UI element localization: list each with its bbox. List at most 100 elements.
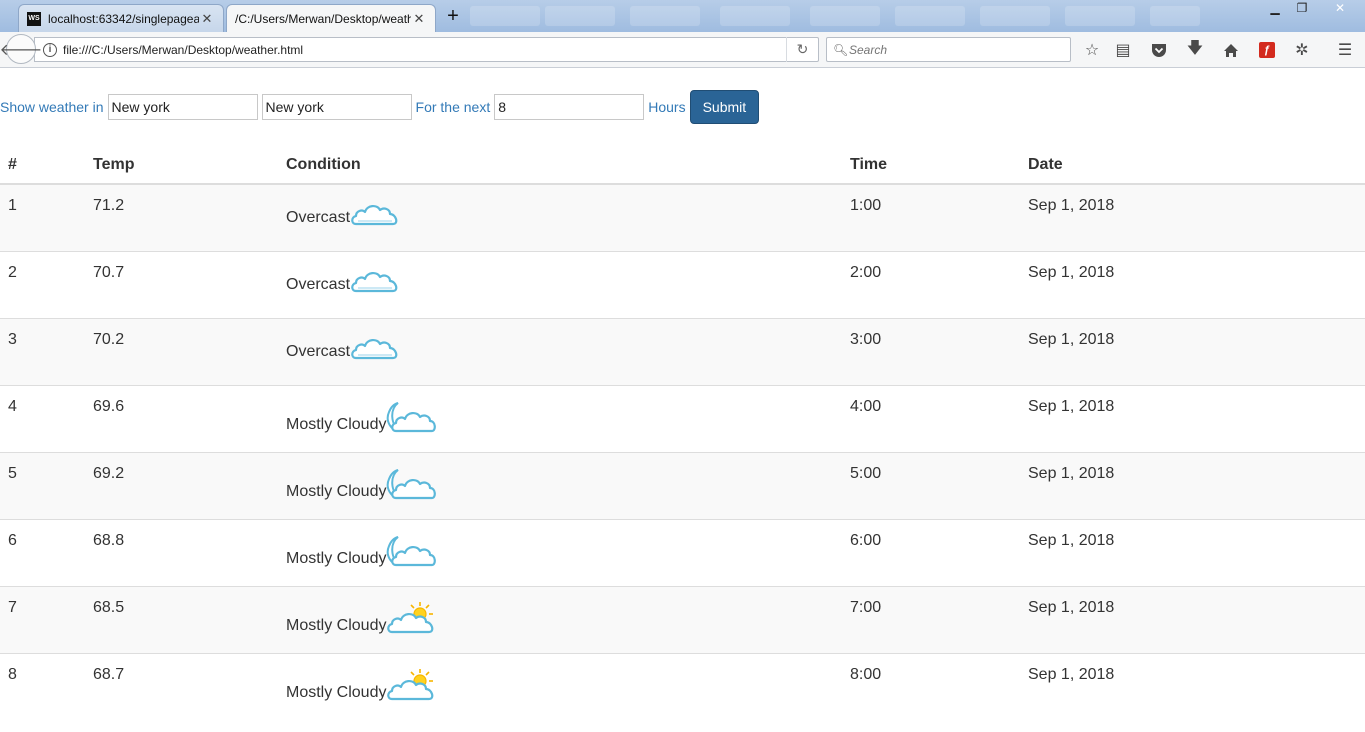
table-row: 7 68.5 Mostly Cloudy 7:00 Sep 1, 2018: [0, 585, 1365, 653]
background-tab-ghost: [810, 6, 880, 26]
flash-plugin-icon[interactable]: ƒ: [1259, 42, 1275, 58]
background-tab-ghost: [545, 6, 615, 26]
condition-wrapper: Overcast: [286, 199, 400, 232]
table-row: 3 70.2 Overcast 3:00 Sep 1, 2018: [0, 317, 1365, 385]
row-number: 6: [0, 518, 85, 586]
cloud-icon: [350, 199, 400, 232]
minimize-icon[interactable]: ▁: [1262, 0, 1288, 18]
row-date: Sep 1, 2018: [1020, 384, 1365, 452]
row-time: 6:00: [842, 518, 1020, 586]
moon-cloud-icon: [386, 467, 437, 506]
table-row: 4 69.6 Mostly Cloudy 4:00 Sep 1, 2018: [0, 384, 1365, 452]
tab-strip: WS localhost:63342/singlepageapp ✕ /C:/U…: [0, 0, 1365, 32]
row-date: Sep 1, 2018: [1020, 518, 1365, 586]
tab-localhost[interactable]: WS localhost:63342/singlepageapp ✕: [18, 4, 224, 32]
moon-cloud-icon: [386, 400, 437, 439]
download-arrow-icon[interactable]: 🡇: [1183, 38, 1207, 62]
tab-weather[interactable]: /C:/Users/Merwan/Desktop/weather.html ✕: [226, 4, 436, 32]
condition-text: Overcast: [286, 342, 351, 360]
row-number: 8: [0, 652, 85, 720]
row-condition: Overcast: [278, 317, 842, 385]
pocket-icon[interactable]: [1147, 38, 1171, 62]
row-number: 3: [0, 317, 85, 385]
url-text[interactable]: file:///C:/Users/Merwan/Desktop/weather.…: [63, 43, 786, 57]
table-row: 6 68.8 Mostly Cloudy 6:00 Sep 1, 2018: [0, 518, 1365, 586]
addon-gear-icon[interactable]: ✲: [1290, 38, 1314, 62]
address-bar[interactable]: i file:///C:/Users/Merwan/Desktop/weathe…: [34, 37, 819, 62]
row-condition: Mostly Cloudy: [278, 451, 842, 519]
reader-list-icon[interactable]: ▤: [1111, 38, 1135, 62]
condition-text: Mostly Cloudy: [286, 482, 387, 500]
sun-cloud-icon: [386, 668, 436, 707]
window-close-icon[interactable]: ✕: [1318, 0, 1362, 18]
page-content: Show weather in For the next Hours Submi…: [0, 69, 1365, 732]
background-tab-ghost: [980, 6, 1050, 26]
row-condition: Overcast: [278, 250, 842, 318]
header-condition: Condition: [278, 147, 842, 185]
row-temp: 68.7: [85, 652, 278, 720]
row-temp: 68.8: [85, 518, 278, 586]
hours-input[interactable]: [494, 94, 645, 120]
back-arrow-icon[interactable]: 🡐: [0, 34, 42, 64]
row-number: 2: [0, 250, 85, 318]
condition-text: Overcast: [286, 275, 351, 293]
row-time: 4:00: [842, 384, 1020, 452]
row-date: Sep 1, 2018: [1020, 652, 1365, 720]
condition-text: Overcast: [286, 209, 351, 226]
new-tab-plus-icon[interactable]: +: [442, 5, 464, 27]
background-tab-ghost: [630, 6, 700, 26]
background-tab-ghost: [1150, 6, 1200, 26]
search-input[interactable]: [849, 42, 1049, 57]
webstorm-favicon-icon: WS: [27, 11, 41, 26]
table-header-row: # Temp Condition Time Date: [0, 147, 1365, 185]
search-box[interactable]: 🔍︎: [826, 37, 1071, 62]
row-date: Sep 1, 2018: [1020, 250, 1365, 318]
close-tab-icon[interactable]: ✕: [411, 11, 427, 27]
row-time: 3:00: [842, 317, 1020, 385]
row-time: 8:00: [842, 652, 1020, 720]
row-temp: 71.2: [85, 183, 278, 251]
sun-cloud-icon: [386, 601, 436, 640]
for-the-next-label: For the next: [415, 99, 491, 115]
condition-text: Mostly Cloudy: [286, 683, 387, 701]
menu-hamburger-icon[interactable]: ☰: [1333, 38, 1357, 62]
row-time: 2:00: [842, 250, 1020, 318]
restore-icon[interactable]: ❐: [1289, 0, 1315, 18]
row-condition: Mostly Cloudy: [278, 518, 842, 586]
show-weather-label: Show weather in: [0, 99, 104, 115]
header-time: Time: [842, 147, 1020, 185]
info-icon[interactable]: i: [43, 42, 57, 57]
table-body: 1 71.2 Overcast 1:00 Sep 1, 2018 2 70.7 Overca…: [0, 183, 1365, 720]
row-temp: 69.2: [85, 451, 278, 519]
table-row: 8 68.7 Mostly Cloudy 8:00 Sep 1, 2018: [0, 652, 1365, 720]
home-icon[interactable]: [1219, 38, 1243, 62]
row-time: 5:00: [842, 451, 1020, 519]
condition-wrapper: Mostly Cloudy: [286, 601, 436, 640]
row-date: Sep 1, 2018: [1020, 585, 1365, 653]
state-input[interactable]: [261, 94, 412, 120]
row-temp: 68.5: [85, 585, 278, 653]
submit-button[interactable]: Submit: [689, 90, 760, 124]
row-condition: Overcast: [278, 183, 842, 251]
row-time: 7:00: [842, 585, 1020, 653]
condition-wrapper: Overcast: [286, 266, 400, 299]
condition-wrapper: Mostly Cloudy: [286, 400, 437, 439]
background-tab-ghost: [895, 6, 965, 26]
condition-wrapper: Mostly Cloudy: [286, 668, 436, 707]
row-time: 1:00: [842, 183, 1020, 251]
bookmark-star-icon[interactable]: ☆: [1080, 38, 1104, 62]
reload-icon[interactable]: ↻: [786, 37, 818, 62]
condition-text: Mostly Cloudy: [286, 415, 387, 433]
row-condition: Mostly Cloudy: [278, 585, 842, 653]
condition-wrapper: Mostly Cloudy: [286, 534, 437, 573]
row-number: 5: [0, 451, 85, 519]
background-tab-ghost: [720, 6, 790, 26]
row-condition: Mostly Cloudy: [278, 652, 842, 720]
cloud-icon: [350, 333, 400, 366]
background-tab-ghost: [1065, 6, 1135, 26]
close-tab-icon[interactable]: ✕: [199, 11, 215, 27]
condition-text: Mostly Cloudy: [286, 549, 387, 567]
table-row: 2 70.7 Overcast 2:00 Sep 1, 2018: [0, 250, 1365, 318]
city-input[interactable]: [107, 94, 258, 120]
header-date: Date: [1020, 147, 1365, 185]
